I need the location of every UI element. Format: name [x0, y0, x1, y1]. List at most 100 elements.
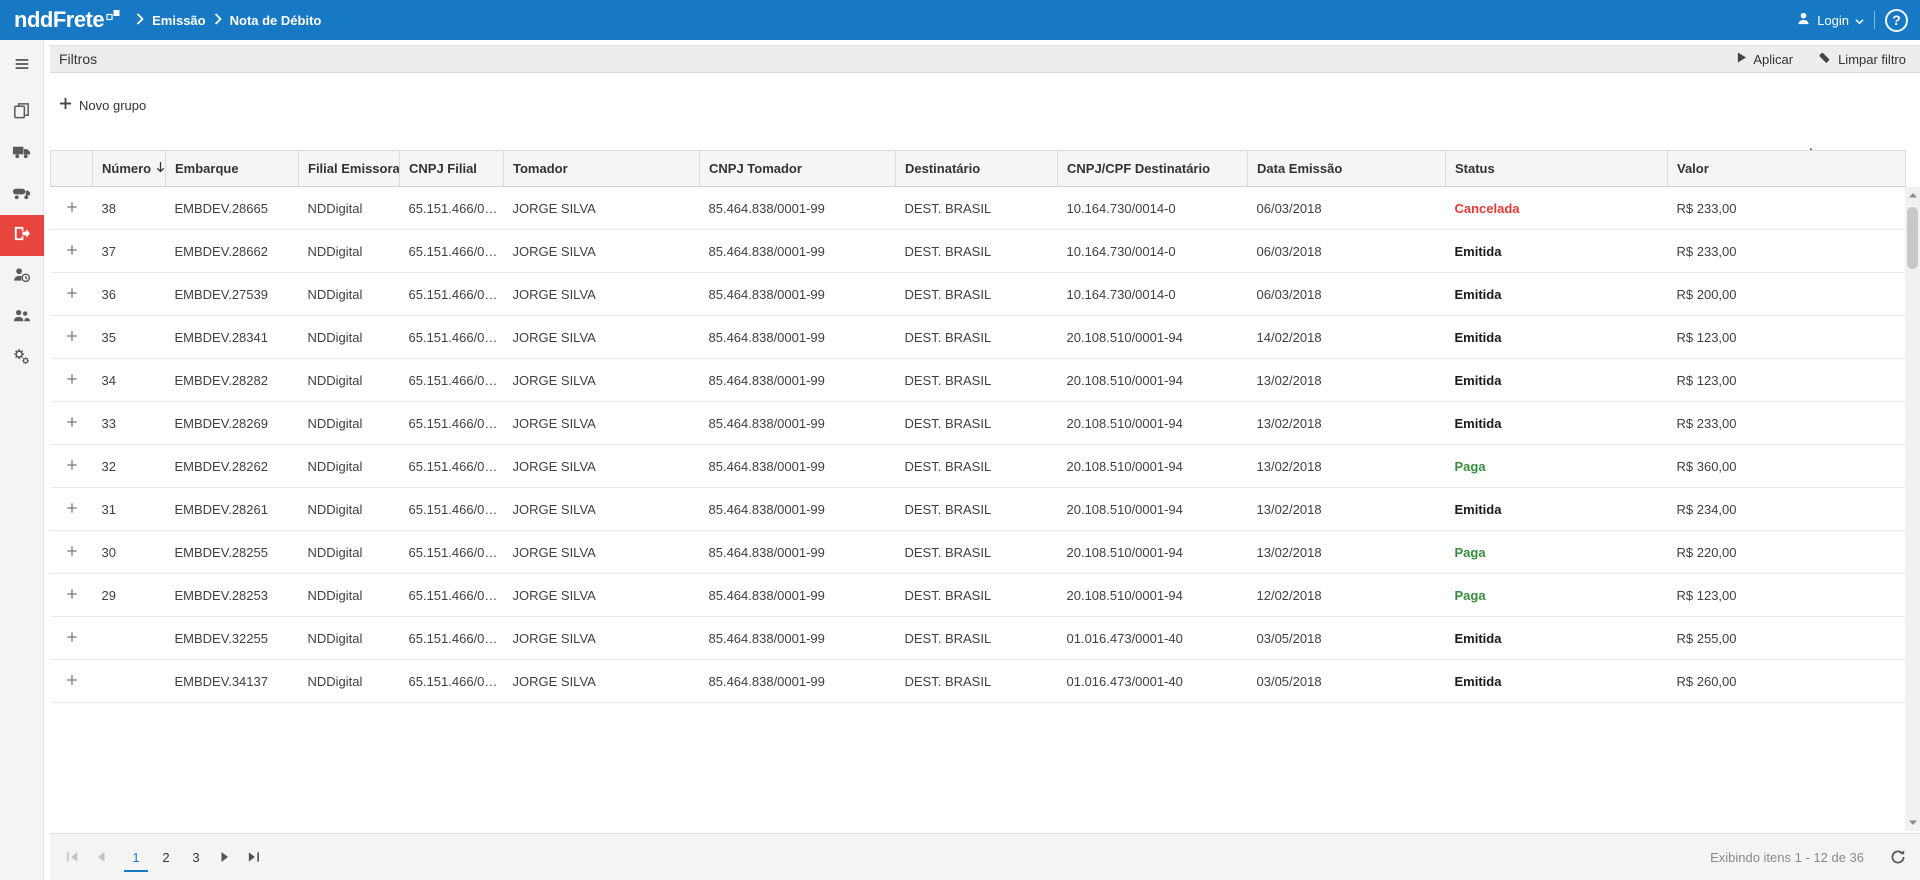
- cell-cnpj-cpf-destinatario: 20.108.510/0001-94: [1058, 445, 1248, 488]
- cell-destinatario: DEST. BRASIL: [896, 273, 1058, 316]
- expand-row-button[interactable]: [51, 402, 93, 445]
- header-cnpj-filial[interactable]: CNPJ Filial: [400, 151, 504, 187]
- header-cnpj-cpf-destinatario[interactable]: CNPJ/CPF Destinatário: [1058, 151, 1248, 187]
- table-row[interactable]: 35 EMBDEV.28341 NDDigital 65.151.466/000…: [51, 316, 1906, 359]
- expand-row-button[interactable]: [51, 273, 93, 316]
- expand-row-button[interactable]: [51, 488, 93, 531]
- table-row[interactable]: EMBDEV.34137 NDDigital 65.151.466/000...…: [51, 660, 1906, 703]
- cell-cnpj-tomador: 85.464.838/0001-99: [700, 359, 896, 402]
- sidebar-item-emission-active[interactable]: [0, 215, 44, 256]
- table-row[interactable]: 29 EMBDEV.28253 NDDigital 65.151.466/000…: [51, 574, 1906, 617]
- apply-filter-button[interactable]: Aplicar: [1736, 51, 1793, 67]
- table-row[interactable]: EMBDEV.32255 NDDigital 65.151.466/000...…: [51, 617, 1906, 660]
- scroll-down-button[interactable]: [1905, 815, 1920, 831]
- status-badge: Paga: [1446, 445, 1668, 488]
- header-numero[interactable]: Número: [93, 151, 166, 187]
- cell-data-emissao: 13/02/2018: [1248, 402, 1446, 445]
- cell-cnpj-filial: 65.151.466/000...: [400, 660, 504, 703]
- table-row[interactable]: 36 EMBDEV.27539 NDDigital 65.151.466/000…: [51, 273, 1906, 316]
- sidebar-item-truck[interactable]: [0, 133, 44, 174]
- cell-cnpj-cpf-destinatario: 20.108.510/0001-94: [1058, 488, 1248, 531]
- header-destinatario[interactable]: Destinatário: [896, 151, 1058, 187]
- page-number-1[interactable]: 1: [124, 842, 148, 872]
- table-row[interactable]: 32 EMBDEV.28262 NDDigital 65.151.466/000…: [51, 445, 1906, 488]
- expand-row-button[interactable]: [51, 660, 93, 703]
- cell-data-emissao: 13/02/2018: [1248, 445, 1446, 488]
- header-status[interactable]: Status: [1446, 151, 1668, 187]
- header-valor[interactable]: Valor: [1668, 151, 1906, 187]
- cell-cnpj-tomador: 85.464.838/0001-99: [700, 660, 896, 703]
- table-row[interactable]: 38 EMBDEV.28665 NDDigital 65.151.466/000…: [51, 187, 1906, 230]
- expand-plus-icon: [66, 244, 78, 259]
- top-bar: nddFrete Emissão Nota de Débito Login ?: [0, 0, 1920, 40]
- cell-tomador: JORGE SILVA: [504, 359, 700, 402]
- sidebar-item-groups[interactable]: [0, 297, 44, 338]
- table-row[interactable]: 31 EMBDEV.28261 NDDigital 65.151.466/000…: [51, 488, 1906, 531]
- clear-filter-label: Limpar filtro: [1838, 52, 1906, 67]
- header-filial-emissora[interactable]: Filial Emissora: [299, 151, 400, 187]
- cell-data-emissao: 13/02/2018: [1248, 359, 1446, 402]
- help-button[interactable]: ?: [1885, 9, 1908, 32]
- pagination-bar: 1 2 3 Exibindo itens 1 - 12 de 36: [50, 833, 1920, 880]
- next-page-button[interactable]: [211, 843, 239, 871]
- scrollbar-thumb[interactable]: [1907, 207, 1918, 269]
- sidebar-item-tanker-truck[interactable]: [0, 174, 44, 215]
- expand-row-button[interactable]: [51, 531, 93, 574]
- truck-icon: [12, 142, 31, 166]
- cell-embarque: EMBDEV.28665: [166, 187, 299, 230]
- cell-tomador: JORGE SILVA: [504, 617, 700, 660]
- cell-embarque: EMBDEV.28662: [166, 230, 299, 273]
- previous-page-button[interactable]: [86, 843, 114, 871]
- settings-gears-icon: [12, 347, 31, 371]
- clear-filter-button[interactable]: Limpar filtro: [1817, 50, 1906, 68]
- expand-row-button[interactable]: [51, 445, 93, 488]
- cell-data-emissao: 03/05/2018: [1248, 617, 1446, 660]
- expand-row-button[interactable]: [51, 316, 93, 359]
- sidebar: [0, 40, 44, 880]
- cell-cnpj-filial: 65.151.466/000...: [400, 316, 504, 359]
- sidebar-item-documents[interactable]: [0, 92, 44, 133]
- vertical-scrollbar[interactable]: [1905, 187, 1920, 831]
- expand-plus-icon: [66, 330, 78, 345]
- cell-embarque: EMBDEV.34137: [166, 660, 299, 703]
- sidebar-item-user-history[interactable]: [0, 256, 44, 297]
- logo-flag-icon: [106, 9, 120, 27]
- table-row[interactable]: 37 EMBDEV.28662 NDDigital 65.151.466/000…: [51, 230, 1906, 273]
- table-row[interactable]: 30 EMBDEV.28255 NDDigital 65.151.466/000…: [51, 531, 1906, 574]
- sidebar-item-settings[interactable]: [0, 338, 44, 379]
- page-number-3[interactable]: 3: [184, 842, 208, 872]
- login-menu[interactable]: Login: [1796, 11, 1864, 29]
- cell-data-emissao: 13/02/2018: [1248, 531, 1446, 574]
- chevron-right-icon: [136, 13, 144, 28]
- pager-right: Exibindo itens 1 - 12 de 36: [1710, 849, 1906, 865]
- cell-cnpj-tomador: 85.464.838/0001-99: [700, 273, 896, 316]
- last-page-button[interactable]: [239, 843, 267, 871]
- scroll-up-button[interactable]: [1905, 187, 1920, 203]
- cell-embarque: EMBDEV.28341: [166, 316, 299, 359]
- breadcrumb-emissao[interactable]: Emissão: [152, 13, 205, 28]
- cell-tomador: JORGE SILVA: [504, 445, 700, 488]
- header-cnpj-tomador[interactable]: CNPJ Tomador: [700, 151, 896, 187]
- cell-filial-emissora: NDDigital: [299, 445, 400, 488]
- header-embarque[interactable]: Embarque: [166, 151, 299, 187]
- expand-row-button[interactable]: [51, 617, 93, 660]
- table-row[interactable]: 33 EMBDEV.28269 NDDigital 65.151.466/000…: [51, 402, 1906, 445]
- expand-row-button[interactable]: [51, 187, 93, 230]
- header-tomador[interactable]: Tomador: [504, 151, 700, 187]
- status-badge: Emitida: [1446, 617, 1668, 660]
- expand-row-button[interactable]: [51, 230, 93, 273]
- header-data-emissao[interactable]: Data Emissão: [1248, 151, 1446, 187]
- first-page-button[interactable]: [58, 843, 86, 871]
- breadcrumb-nota-de-debito[interactable]: Nota de Débito: [230, 13, 322, 28]
- cell-tomador: JORGE SILVA: [504, 187, 700, 230]
- expand-row-button[interactable]: [51, 574, 93, 617]
- cell-cnpj-cpf-destinatario: 10.164.730/0014-0: [1058, 187, 1248, 230]
- new-group-button[interactable]: Novo grupo: [59, 97, 146, 113]
- page-number-2[interactable]: 2: [154, 842, 178, 872]
- refresh-icon[interactable]: [1890, 849, 1906, 865]
- expand-row-button[interactable]: [51, 359, 93, 402]
- table-row[interactable]: 34 EMBDEV.28282 NDDigital 65.151.466/000…: [51, 359, 1906, 402]
- cell-destinatario: DEST. BRASIL: [896, 574, 1058, 617]
- sidebar-item-menu[interactable]: [0, 46, 44, 87]
- play-icon: [1736, 51, 1747, 67]
